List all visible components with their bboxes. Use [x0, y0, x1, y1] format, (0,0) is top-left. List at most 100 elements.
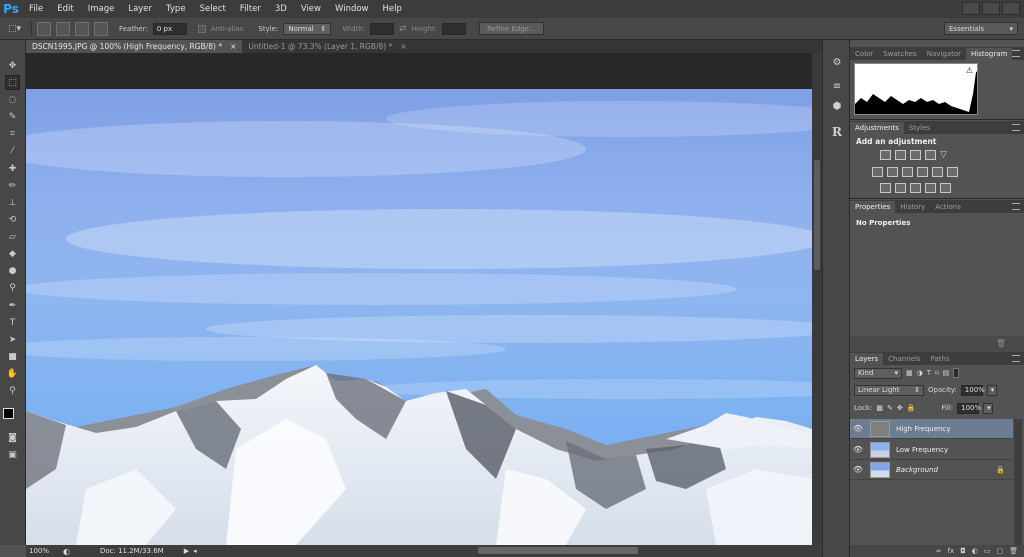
- selective-color-icon[interactable]: [925, 183, 936, 193]
- workspace-select[interactable]: Essentials ▾: [944, 22, 1018, 35]
- menu-select[interactable]: Select: [193, 4, 233, 14]
- intersect-selection-icon[interactable]: [94, 21, 108, 36]
- menu-view[interactable]: View: [294, 4, 328, 14]
- menu-edit[interactable]: Edit: [50, 4, 80, 14]
- tab-channels[interactable]: Channels: [883, 353, 925, 365]
- fill-dropdown-icon[interactable]: ▾: [983, 402, 994, 414]
- layer-background[interactable]: 👁 Background 🔒: [850, 460, 1013, 480]
- width-input[interactable]: [370, 22, 395, 35]
- exposure-icon[interactable]: [925, 150, 936, 160]
- minimize-button[interactable]: [962, 2, 980, 15]
- tab-history[interactable]: History: [895, 201, 930, 213]
- threshold-icon[interactable]: [910, 183, 921, 193]
- panel-menu-icon[interactable]: [1012, 203, 1020, 210]
- marquee-preset-icon[interactable]: ⬚▾: [8, 22, 26, 36]
- trash-icon[interactable]: 🗑: [996, 339, 1006, 348]
- gradient-map-icon[interactable]: [940, 183, 951, 193]
- history-panel-icon[interactable]: ⚙: [829, 54, 845, 70]
- menu-type[interactable]: Type: [159, 4, 193, 14]
- canvas-area[interactable]: [26, 53, 812, 545]
- lasso-tool-icon[interactable]: ◌: [5, 92, 20, 107]
- warning-icon[interactable]: ⚠: [966, 66, 973, 75]
- hand-tool-icon[interactable]: ✋: [5, 366, 20, 381]
- foreground-color-swatch[interactable]: [3, 408, 14, 419]
- lock-position-icon[interactable]: ✥: [897, 404, 903, 412]
- zoom-tool-icon[interactable]: ⚲: [5, 383, 20, 398]
- tab-layers[interactable]: Layers: [850, 353, 884, 365]
- eraser-tool-icon[interactable]: ▱: [5, 229, 20, 244]
- smart-object-filter-icon[interactable]: ▤: [943, 369, 950, 377]
- scroll-left-icon[interactable]: ◂: [193, 547, 197, 555]
- vibrance-icon[interactable]: ▽: [940, 150, 951, 160]
- quick-mask-icon[interactable]: ◙: [5, 430, 20, 445]
- eye-icon[interactable]: 👁: [850, 424, 866, 433]
- menu-3d[interactable]: 3D: [268, 4, 294, 14]
- menu-window[interactable]: Window: [328, 4, 376, 14]
- swap-icon[interactable]: ⇄: [399, 24, 407, 34]
- lock-transparent-icon[interactable]: ▩: [876, 404, 883, 412]
- brush-panel-icon[interactable]: ≡: [829, 78, 845, 94]
- menu-layer[interactable]: Layer: [121, 4, 159, 14]
- photo-filter-icon[interactable]: [917, 167, 928, 177]
- tab-styles[interactable]: Styles: [904, 122, 935, 134]
- opacity-input[interactable]: 100%: [960, 384, 985, 396]
- lock-all-icon[interactable]: 🔒: [907, 404, 916, 412]
- tab-actions[interactable]: Actions: [930, 201, 966, 213]
- new-layer-icon[interactable]: ▢: [996, 547, 1003, 555]
- tab-navigator[interactable]: Navigator: [922, 48, 966, 60]
- layers-scrollbar[interactable]: [1014, 419, 1022, 545]
- tab-swatches[interactable]: Swatches: [878, 48, 921, 60]
- zoom-level[interactable]: 100%: [29, 547, 55, 555]
- add-selection-icon[interactable]: [56, 21, 70, 36]
- history-brush-tool-icon[interactable]: ⟲: [5, 212, 20, 227]
- eye-icon[interactable]: 👁: [850, 445, 866, 454]
- close-icon[interactable]: ×: [400, 42, 406, 51]
- tab-properties[interactable]: Properties: [850, 201, 896, 213]
- crop-tool-icon[interactable]: ⌗: [5, 126, 20, 141]
- vertical-scrollbar[interactable]: [812, 53, 822, 545]
- layer-style-icon[interactable]: fx: [948, 547, 955, 555]
- menu-image[interactable]: Image: [81, 4, 122, 14]
- lock-image-icon[interactable]: ✎: [887, 404, 893, 412]
- menu-filter[interactable]: Filter: [233, 4, 268, 14]
- panel-menu-icon[interactable]: [1012, 124, 1020, 131]
- tab-adjustments[interactable]: Adjustments: [850, 122, 904, 134]
- pen-tool-icon[interactable]: ✒: [5, 298, 20, 313]
- color-lookup-icon[interactable]: [947, 167, 958, 177]
- channel-mixer-icon[interactable]: [932, 167, 943, 177]
- new-adjustment-icon[interactable]: ◐: [972, 547, 978, 555]
- eye-icon[interactable]: 👁: [850, 465, 866, 474]
- tab-histogram[interactable]: Histogram: [966, 48, 1013, 60]
- subtract-selection-icon[interactable]: [75, 21, 89, 36]
- height-input[interactable]: [442, 22, 467, 35]
- black-white-icon[interactable]: [902, 167, 913, 177]
- eyedropper-tool-icon[interactable]: ⁄: [5, 143, 20, 158]
- new-group-icon[interactable]: ▭: [984, 547, 991, 555]
- vertical-scrollbar-thumb[interactable]: [814, 160, 820, 270]
- paint-bucket-tool-icon[interactable]: ◆: [5, 246, 20, 261]
- posterize-icon[interactable]: [895, 183, 906, 193]
- clone-stamp-tool-icon[interactable]: ⊥: [5, 195, 20, 210]
- horizontal-scrollbar-thumb[interactable]: [478, 547, 638, 554]
- paragraph-style-icon[interactable]: R: [829, 124, 845, 140]
- type-tool-icon[interactable]: T: [5, 315, 20, 330]
- type-filter-icon[interactable]: T: [927, 369, 931, 377]
- color-balance-icon[interactable]: [887, 167, 898, 177]
- new-selection-icon[interactable]: [37, 21, 51, 36]
- status-info-icon[interactable]: ◐: [63, 547, 70, 556]
- maximize-button[interactable]: [982, 2, 1000, 15]
- tab-color[interactable]: Color: [850, 48, 878, 60]
- invert-icon[interactable]: [880, 183, 891, 193]
- fill-input[interactable]: 100%: [957, 402, 981, 414]
- panel-menu-icon[interactable]: [1012, 50, 1020, 57]
- brightness-contrast-icon[interactable]: [880, 150, 891, 160]
- tab-untitled-1[interactable]: Untitled-1 @ 73.3% (Layer 1, RGB/8) * ×: [242, 40, 412, 53]
- style-select[interactable]: Normal ⇕: [283, 22, 332, 35]
- blend-mode-select[interactable]: Linear Light ⇕: [854, 384, 924, 396]
- healing-brush-tool-icon[interactable]: ✚: [5, 161, 20, 176]
- tab-paths[interactable]: Paths: [926, 353, 955, 365]
- menu-file[interactable]: File: [22, 4, 50, 14]
- marquee-tool-icon[interactable]: ⬚: [5, 75, 20, 90]
- layer-high-frequency[interactable]: 👁 High Frequency: [850, 419, 1013, 439]
- status-menu-arrow-icon[interactable]: ▶: [184, 547, 189, 555]
